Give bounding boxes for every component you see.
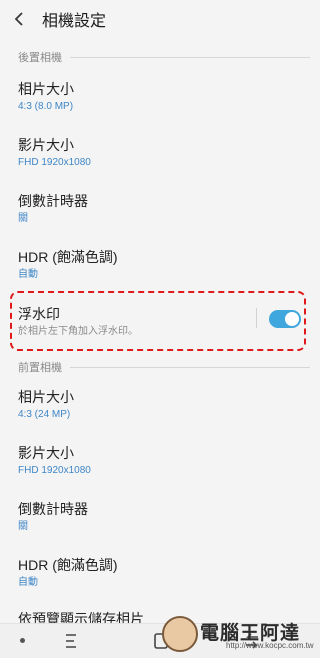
- toggle-divider: [256, 308, 257, 328]
- chevron-left-icon: [14, 12, 23, 26]
- setting-value: 關: [18, 213, 28, 224]
- watermark-toggle[interactable]: [269, 310, 301, 328]
- section-front-camera: 前置相機: [18, 358, 310, 376]
- setting-label: 倒數計時器: [18, 193, 88, 209]
- setting-watermark-description: 於相片左下角加入浮水印。: [18, 326, 138, 337]
- setting-rear-video-size[interactable]: 影片大小 FHD 1920x1080: [18, 136, 302, 170]
- setting-label: 影片大小: [18, 445, 74, 461]
- section-divider: [70, 56, 310, 58]
- setting-label: 影片大小: [18, 137, 74, 153]
- nav-dot-icon[interactable]: [20, 638, 25, 643]
- setting-label: 倒數計時器: [18, 501, 88, 517]
- setting-front-timer[interactable]: 倒數計時器 關: [18, 500, 302, 534]
- setting-value: 4:3 (8.0 MP): [18, 101, 74, 112]
- watermark-logo: 電腦王阿達 http://www.kocpc.com.tw: [162, 614, 314, 654]
- mascot-face-icon: [162, 616, 198, 652]
- setting-rear-photo-size[interactable]: 相片大小 4:3 (8.0 MP): [18, 80, 302, 114]
- setting-value: FHD 1920x1080: [18, 465, 91, 476]
- setting-label: HDR (飽滿色調): [18, 557, 118, 573]
- setting-rear-hdr[interactable]: HDR (飽滿色調) 自動: [18, 248, 302, 282]
- setting-front-hdr[interactable]: HDR (飽滿色調) 自動: [18, 556, 302, 590]
- section-divider: [70, 366, 310, 368]
- toggle-knob: [285, 312, 299, 326]
- setting-value: 關: [18, 521, 28, 532]
- setting-label: HDR (飽滿色調): [18, 249, 118, 265]
- setting-value: FHD 1920x1080: [18, 157, 91, 168]
- back-button[interactable]: [0, 0, 40, 38]
- setting-value: 自動: [18, 577, 38, 588]
- setting-front-photo-size[interactable]: 相片大小 4:3 (24 MP): [18, 388, 302, 422]
- setting-value: 4:3 (24 MP): [18, 409, 71, 420]
- setting-label: 相片大小: [18, 389, 74, 405]
- recent-apps-icon[interactable]: [62, 631, 80, 651]
- setting-front-video-size[interactable]: 影片大小 FHD 1920x1080: [18, 444, 302, 478]
- app-bar: 相機設定: [0, 0, 320, 38]
- page-title: 相機設定: [42, 13, 107, 30]
- setting-value: 自動: [18, 269, 38, 280]
- section-rear-camera: 後置相機: [18, 48, 310, 66]
- watermark-url: http://www.kocpc.com.tw: [226, 641, 314, 650]
- section-front-label: 前置相機: [18, 362, 62, 374]
- setting-rear-timer[interactable]: 倒數計時器 關: [18, 192, 302, 226]
- setting-watermark-label[interactable]: 浮水印: [18, 304, 60, 324]
- section-rear-label: 後置相機: [18, 52, 62, 64]
- setting-label: 相片大小: [18, 81, 74, 97]
